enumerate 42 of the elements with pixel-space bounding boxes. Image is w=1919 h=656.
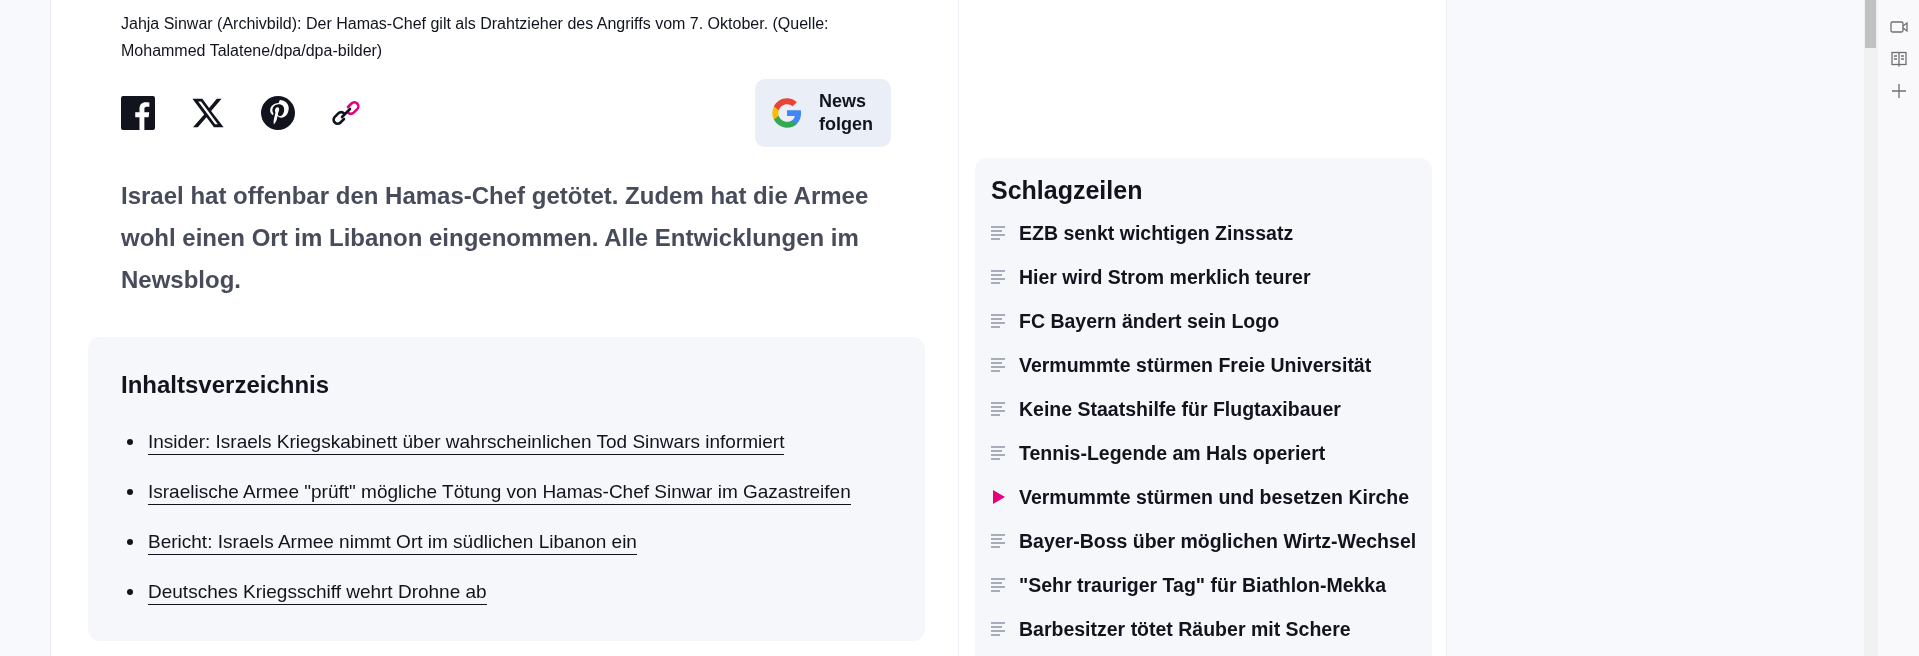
plus-icon[interactable]	[1891, 84, 1906, 98]
text-lines-icon	[991, 534, 1007, 548]
toc-link[interactable]: Insider: Israels Kriegskabinett über wahrscheinlichen Tod Sinwars informiert	[148, 429, 785, 455]
text-lines-icon	[991, 578, 1007, 592]
facebook-icon[interactable]	[121, 96, 155, 130]
text-lines-icon	[991, 402, 1007, 416]
toc-link[interactable]: Bericht: Israels Armee nimmt Ort im südlichen Libanon ein	[148, 529, 637, 555]
headline-link[interactable]: Vermummte stürmen Freie Universität	[1019, 353, 1372, 377]
photo-caption: Jahja Sinwar (Archivbild): Der Hamas-Chef gilt als Drahtzieher des Angriffs vom 7. Oktober. (Quelle: Mohammed Talatene/dpa/dpa-bilder)	[121, 14, 830, 61]
headline-link[interactable]: "Sehr trauriger Tag" für Biathlon-Mekka	[1019, 573, 1387, 597]
scrollbar-thumb[interactable]	[1865, 0, 1876, 48]
toc-link[interactable]: Israelische Armee "prüft" mögliche Tötung von Hamas-Chef Sinwar im Gazastreifen	[148, 479, 851, 505]
headline-link[interactable]: Tennis-Legende am Hals operiert	[1019, 441, 1326, 465]
headline-link[interactable]: Vermummte stürmen und besetzen Kirche	[1019, 485, 1410, 509]
bullet-icon	[127, 489, 133, 495]
headline-link[interactable]: Keine Staatshilfe für Flugtaxibauer	[1019, 397, 1341, 421]
headline-link[interactable]: Barbesitzer tötet Räuber mit Schere	[1019, 617, 1351, 641]
text-lines-icon	[991, 314, 1007, 328]
lead-paragraph: Israel hat offenbar den Hamas-Chef getötet. Zudem hat die Armee wohl einen Ort im Libanon eingenommen. Alle Entwicklungen im Newsblog.	[121, 181, 870, 295]
scrollbar[interactable]	[1864, 0, 1878, 656]
pinterest-icon[interactable]	[261, 96, 295, 130]
text-lines-icon	[991, 622, 1007, 636]
headline-link[interactable]: Bayer-Boss über möglichen Wirtz-Wechsel	[1019, 529, 1417, 553]
section-heading: Schlagzeilen	[991, 176, 1144, 205]
toc-link[interactable]: Deutsches Kriegsschiff wehrt Drohne ab	[148, 579, 487, 605]
bullet-icon	[127, 439, 133, 445]
headline-link[interactable]: Hier wird Strom merklich teurer	[1019, 265, 1311, 289]
book-icon[interactable]	[1890, 51, 1907, 67]
x-icon[interactable]	[190, 96, 226, 130]
video-camera-icon[interactable]	[1889, 20, 1908, 34]
text-lines-icon	[991, 226, 1007, 240]
text-lines-icon	[991, 446, 1007, 460]
bullet-icon	[127, 589, 133, 595]
text-lines-icon	[991, 270, 1007, 284]
headline-link[interactable]: FC Bayern ändert sein Logo	[1019, 309, 1280, 333]
bullet-icon	[127, 539, 133, 545]
play-icon	[991, 489, 1007, 505]
headline-link[interactable]: EZB senkt wichtigen Zinssatz	[1019, 221, 1294, 245]
google-news-follow-button[interactable]: News folgen	[755, 79, 891, 147]
section-heading: Inhaltsverzeichnis	[121, 371, 331, 399]
google-g-icon	[771, 97, 803, 129]
text-lines-icon	[991, 358, 1007, 372]
